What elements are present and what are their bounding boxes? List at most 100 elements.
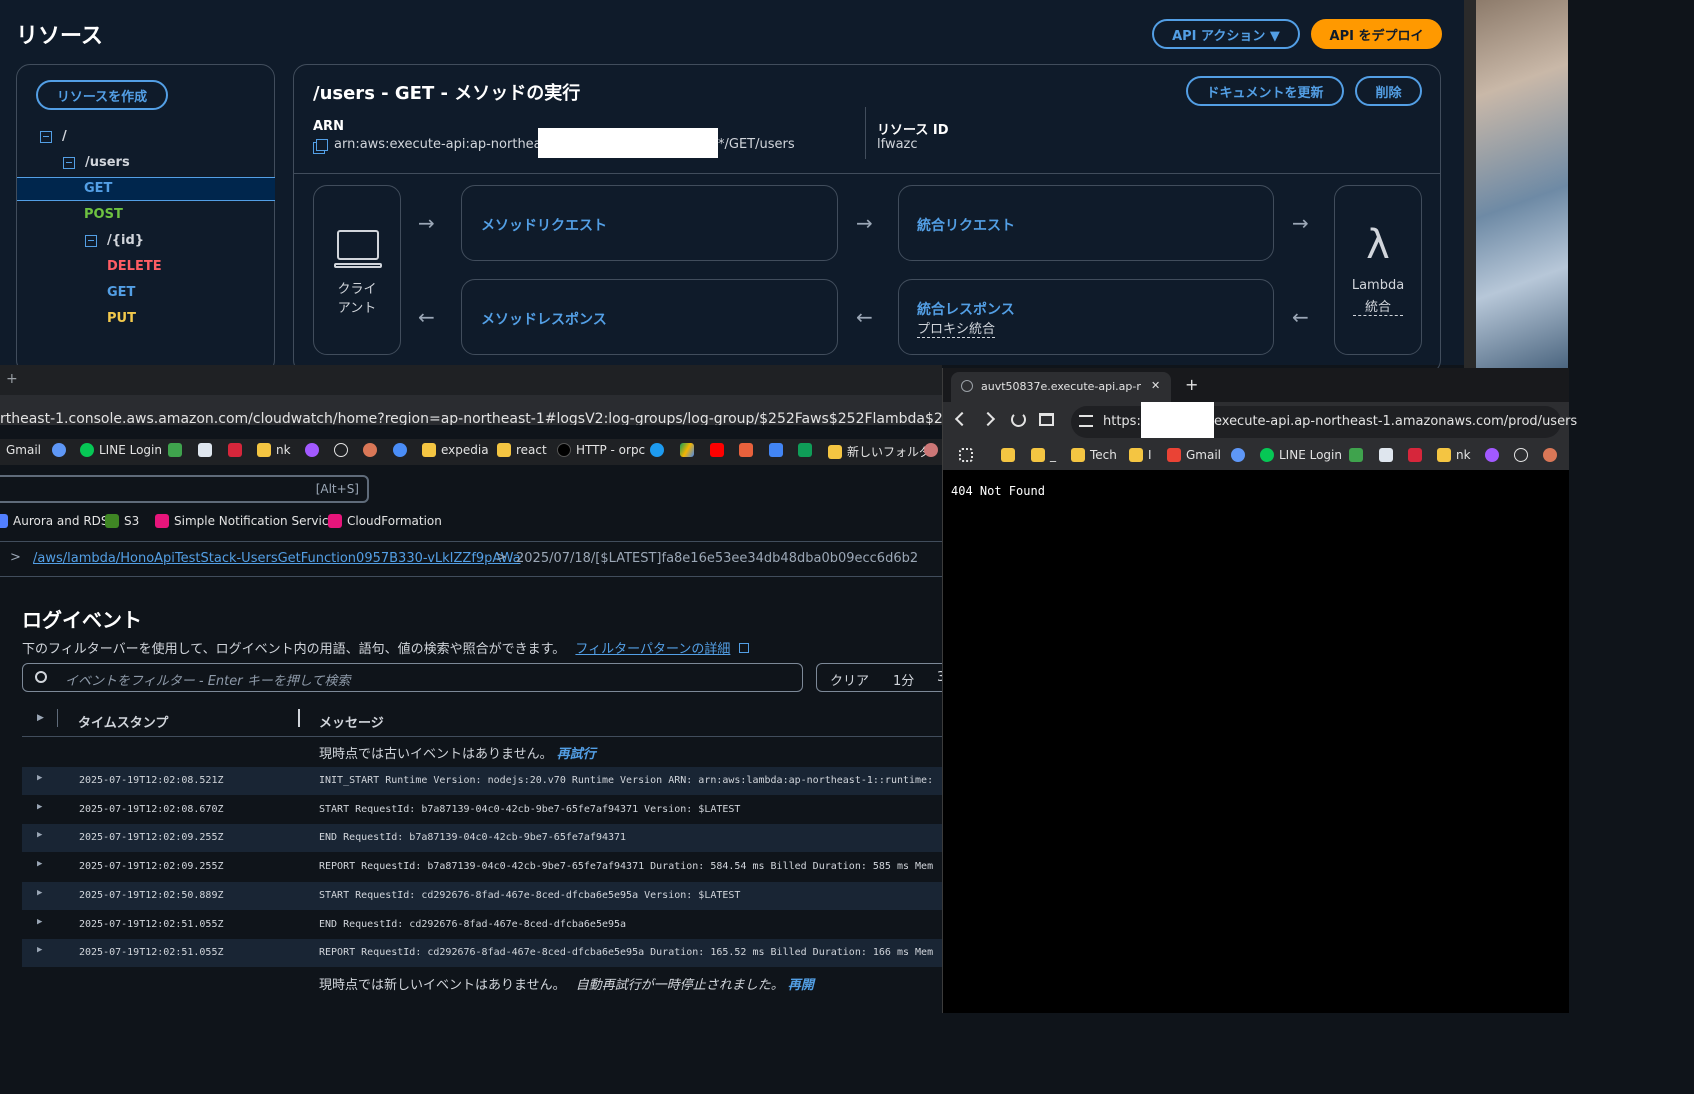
log-row[interactable]: ▶ 2025-07-19T12:02:50.889Z START RequestId…: [22, 881, 942, 910]
log-message: END RequestId: cd292676-8fad-467e-8ced-d…: [319, 918, 627, 930]
method-title: /users - GET - メソッドの実行: [313, 83, 581, 104]
bookmarks-bar: _ Tech I Gmail LINE Login nk: [943, 442, 1569, 470]
arrow-left-icon: ←: [418, 305, 435, 329]
tab-title: auvt50837e.execute-api.ap-north: [981, 380, 1141, 393]
log-row[interactable]: ▶ 2025-07-19T12:02:08.521Z INIT_START Runt…: [22, 767, 942, 795]
divider: [294, 173, 1440, 174]
claude-icon: [1543, 448, 1557, 462]
close-tab-icon[interactable]: ✕: [1151, 379, 1160, 392]
create-resource-button[interactable]: リソースを作成: [36, 80, 168, 110]
tree-item-root[interactable]: /: [40, 129, 67, 144]
bookmark-label: LINE Login: [1279, 448, 1342, 462]
redaction-box: [538, 128, 718, 158]
expand-row-icon[interactable]: ▶: [37, 773, 42, 783]
method-response-card[interactable]: メソッドレスポンス: [461, 279, 838, 355]
method-request-card[interactable]: メソッドリクエスト: [461, 185, 838, 261]
tree-item-id-put[interactable]: PUT: [107, 311, 136, 326]
log-row[interactable]: ▶ 2025-07-19T12:02:08.670Z START RequestId…: [22, 796, 942, 824]
bookmark-label: nk: [1456, 448, 1471, 462]
apps-button[interactable]: [959, 448, 973, 462]
log-message: REPORT RequestId: cd292676-8fad-467e-8ce…: [319, 947, 934, 959]
integration-response-card[interactable]: 統合レスポンス プロキシ統合: [898, 279, 1274, 355]
new-tab-button[interactable]: +: [1185, 375, 1198, 394]
bookmark-tw[interactable]: [1379, 448, 1393, 462]
bookmark-folder-1[interactable]: [1001, 448, 1015, 462]
bookmark-purple[interactable]: [1485, 448, 1499, 462]
integration-response-link[interactable]: 統合レスポンス: [917, 299, 1015, 319]
log-row[interactable]: ▶ 2025-07-19T12:02:09.255Z REPORT RequestI…: [22, 853, 942, 881]
arn-label: ARN: [313, 119, 344, 134]
bookmark-openai[interactable]: [1514, 448, 1528, 462]
expand-row-icon[interactable]: ▶: [37, 888, 42, 898]
bookmark-tech[interactable]: Tech: [1071, 448, 1117, 462]
method-response-link[interactable]: メソッドレスポンス: [481, 309, 607, 329]
url-suffix: execute-api.ap-northeast-1.amazonaws.com…: [1214, 414, 1578, 429]
tree-item-id[interactable]: /{id}: [85, 233, 144, 248]
bookmark-nk[interactable]: nk: [1437, 448, 1471, 462]
bookmark-label: _: [1050, 448, 1056, 462]
expand-row-icon[interactable]: ▶: [37, 945, 42, 955]
forward-icon[interactable]: [980, 411, 996, 427]
line-icon: [1260, 448, 1274, 462]
expand-row-icon[interactable]: ▶: [37, 802, 42, 812]
address-bar[interactable]: https:/ execute-api.ap-northeast-1.amazo…: [1071, 402, 1577, 438]
deploy-api-button[interactable]: API をデプロイ: [1311, 19, 1442, 49]
site-settings-icon[interactable]: [1079, 415, 1093, 427]
folder-icon: [1001, 448, 1015, 462]
bookmark-folder-2[interactable]: _: [1031, 448, 1056, 462]
tree-label: /users: [85, 155, 130, 170]
integration-request-card[interactable]: 統合リクエスト: [898, 185, 1274, 261]
method-request-link[interactable]: メソッドリクエスト: [481, 215, 607, 235]
bookmark-pinwheel[interactable]: [1231, 448, 1245, 462]
arrow-left-icon: ←: [1292, 305, 1309, 329]
collapse-icon[interactable]: [85, 234, 97, 247]
log-message: START RequestId: b7a87139-04c0-42cb-9be7…: [319, 803, 741, 815]
bookmark-chart[interactable]: [1408, 448, 1422, 462]
delete-button[interactable]: 削除: [1355, 76, 1422, 106]
update-docs-button[interactable]: ドキュメントを更新: [1186, 76, 1344, 106]
collapse-icon[interactable]: [40, 130, 52, 143]
log-row[interactable]: ▶ 2025-07-19T12:02:51.055Z REPORT RequestI…: [22, 939, 942, 968]
bookmark-label: I: [1148, 448, 1152, 462]
folder-icon: [1437, 448, 1451, 462]
lambda-card[interactable]: λ Lambda 統合: [1334, 185, 1422, 355]
bookmark-claude[interactable]: [1543, 448, 1557, 462]
home-icon[interactable]: [1039, 413, 1054, 426]
bookmark-i[interactable]: I: [1129, 448, 1152, 462]
log-rows: ▶ 2025-07-19T12:02:08.521Z INIT_START Runt…: [0, 365, 942, 1013]
tree-item-id-delete[interactable]: DELETE: [107, 259, 162, 274]
tree-item-users-get[interactable]: GET: [84, 181, 112, 196]
client-label-1: クライ: [337, 282, 377, 297]
tree-item-users-post[interactable]: POST: [84, 207, 123, 222]
folder-icon: [1071, 448, 1085, 462]
collapse-icon[interactable]: [63, 156, 75, 169]
log-row[interactable]: ▶ 2025-07-19T12:02:09.255Z END RequestId: …: [22, 824, 942, 853]
purple-icon: [1485, 448, 1499, 462]
copy-icon[interactable]: [316, 138, 328, 151]
api-actions-button[interactable]: API アクション ▼: [1152, 19, 1300, 49]
pinwheel-icon: [1231, 448, 1245, 462]
expand-row-icon[interactable]: ▶: [37, 830, 42, 840]
arrow-right-icon: →: [418, 211, 435, 235]
expand-row-icon[interactable]: ▶: [37, 917, 42, 927]
client-card[interactable]: クライ アント: [313, 185, 401, 355]
api-response-browser-window: auvt50837e.execute-api.ap-north ✕ + http…: [942, 368, 1577, 1013]
integration-request-link[interactable]: 統合リクエスト: [917, 215, 1015, 235]
bookmark-line-login[interactable]: LINE Login: [1260, 448, 1342, 462]
bookmark-gmail[interactable]: Gmail: [1167, 448, 1221, 462]
arn-value: arn:aws:execute-api:ap-northeast-: [316, 137, 558, 152]
tree-item-id-get[interactable]: GET: [107, 285, 135, 300]
tree-item-users[interactable]: /users: [63, 155, 130, 170]
paused-text: 自動再試行が一時停止されました。: [575, 978, 784, 993]
bookmark-g[interactable]: [1349, 448, 1363, 462]
log-row[interactable]: ▶ 2025-07-19T12:02:51.055Z END RequestId: …: [22, 911, 942, 939]
log-timestamp: 2025-07-19T12:02:08.670Z: [79, 803, 224, 815]
log-timestamp: 2025-07-19T12:02:09.255Z: [79, 861, 224, 873]
log-message: INIT_START Runtime Version: nodejs:20.v7…: [319, 775, 934, 786]
back-icon[interactable]: [954, 411, 970, 427]
url-prefix: https:/: [1103, 414, 1146, 429]
browser-tab[interactable]: auvt50837e.execute-api.ap-north ✕: [951, 372, 1171, 402]
resume-link[interactable]: 再開: [788, 978, 814, 993]
expand-row-icon[interactable]: ▶: [37, 859, 42, 869]
reload-icon[interactable]: [1011, 412, 1026, 427]
